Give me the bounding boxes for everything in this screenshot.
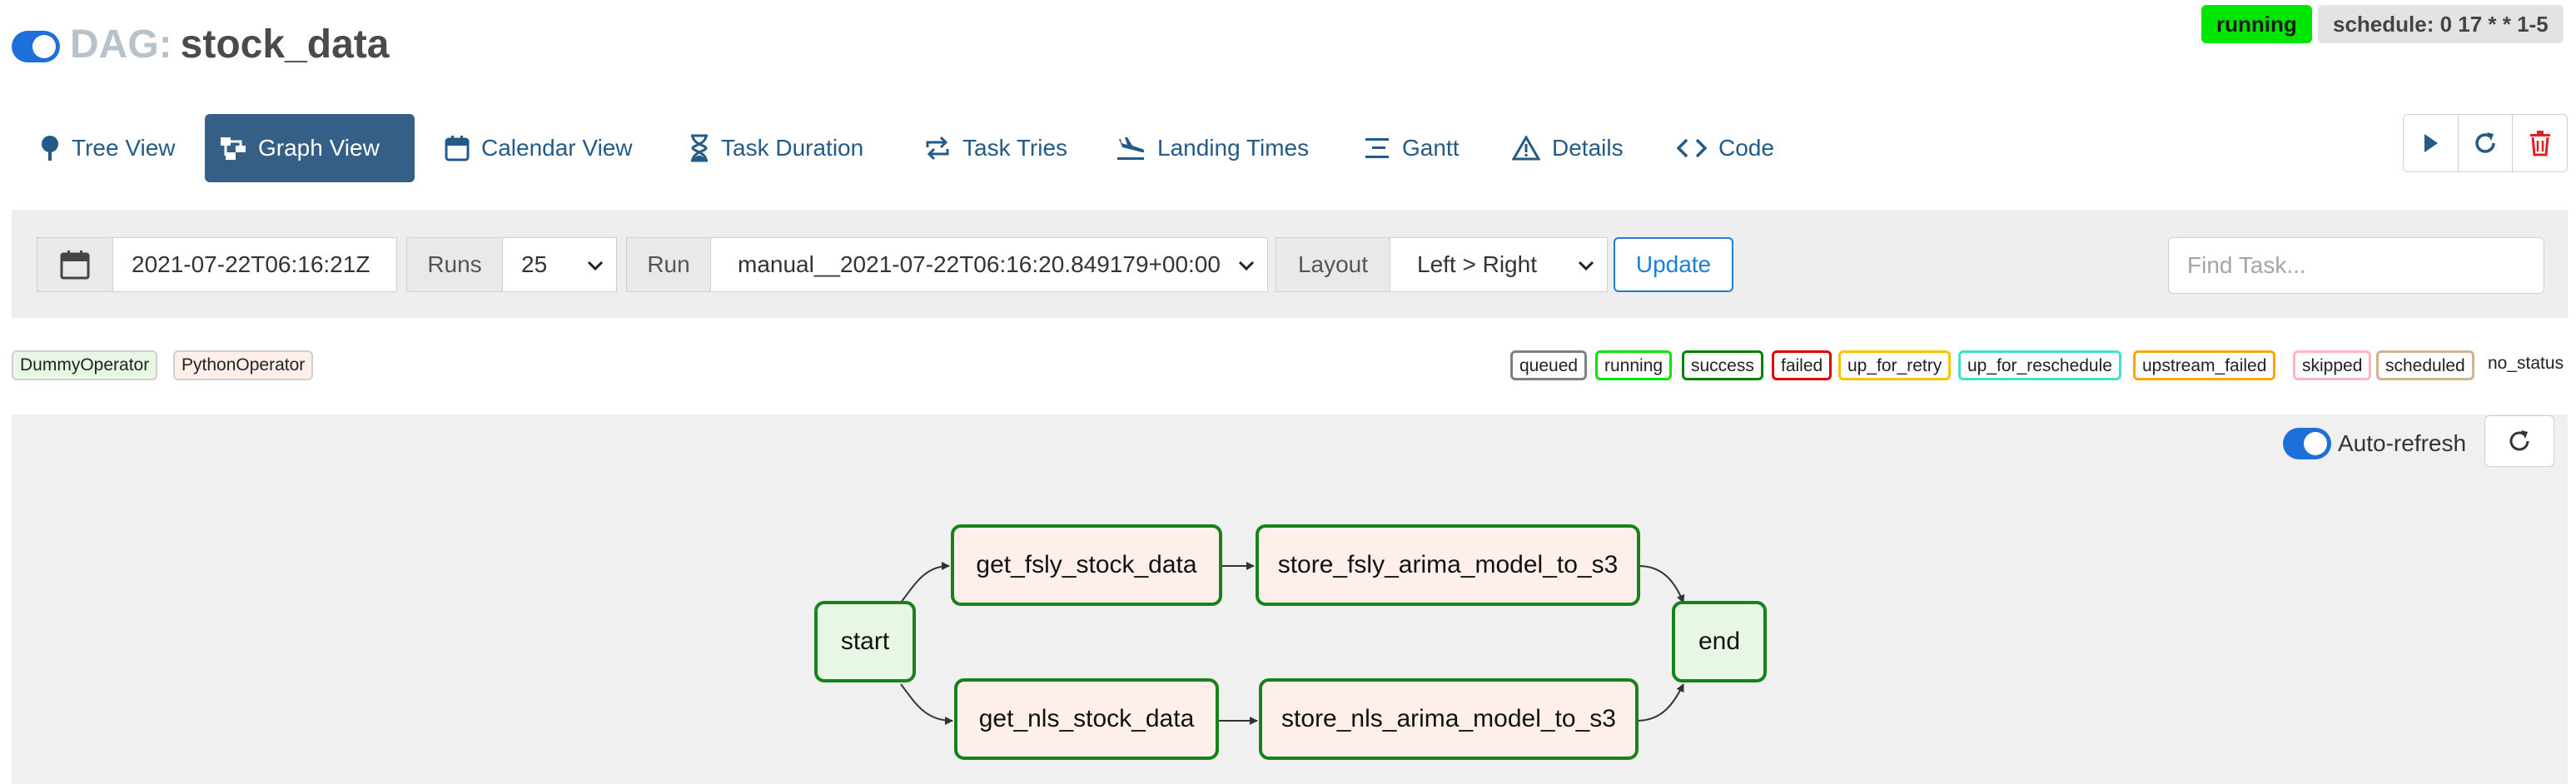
edge-store-nls-end: [1636, 683, 1684, 722]
task-node-start[interactable]: start: [814, 601, 916, 682]
edge-start-get-fsly: [900, 562, 950, 603]
task-node-end[interactable]: end: [1672, 601, 1767, 682]
task-node-get-nls-stock-data[interactable]: get_nls_stock_data: [954, 678, 1219, 760]
task-node-store-nls-arima-model[interactable]: store_nls_arima_model_to_s3: [1259, 678, 1639, 760]
edge-store-fsly-end: [1638, 565, 1685, 603]
dag-edges: [900, 562, 1685, 725]
task-node-store-fsly-arima-model[interactable]: store_fsly_arima_model_to_s3: [1256, 524, 1640, 606]
task-node-get-fsly-stock-data[interactable]: get_fsly_stock_data: [951, 524, 1222, 606]
edge-start-get-nls: [900, 683, 953, 725]
